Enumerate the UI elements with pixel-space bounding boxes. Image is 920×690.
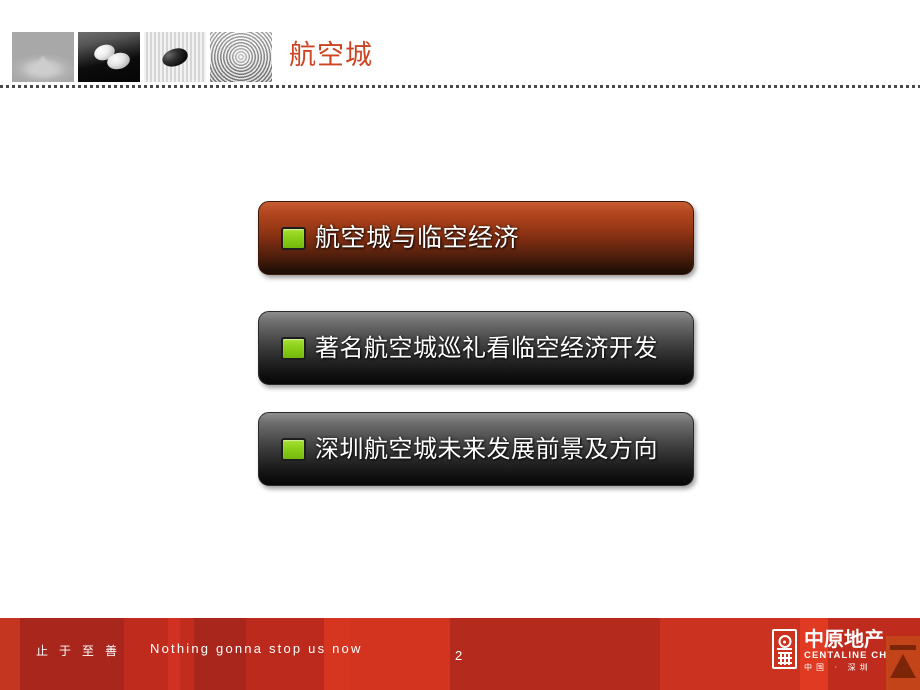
footer-stripe [0, 618, 20, 690]
footer-motto-en: Nothing gonna stop us now [150, 641, 363, 656]
menu-item-1-label: 航空城与临空经济 [315, 223, 520, 252]
page-number: 2 [455, 648, 463, 663]
seal-bar-glyph [777, 648, 792, 650]
centaline-seal-icon [772, 629, 797, 669]
menu-item-2-label: 著名航空城巡礼看临空经济开发 [315, 334, 658, 362]
menu-item-1[interactable]: 航空城与临空经济 [258, 201, 694, 275]
menu-item-3[interactable]: 深圳航空城未来发展前景及方向 [258, 412, 694, 486]
green-square-bullet-icon [281, 336, 306, 360]
green-square-bullet-icon [281, 437, 306, 461]
seal-top-glyph [778, 635, 791, 648]
footer-stripe [350, 618, 450, 690]
corner-bar-icon [890, 645, 916, 650]
green-square-bullet-icon [281, 226, 306, 250]
menu-item-3-label: 深圳航空城未来发展前景及方向 [315, 435, 658, 463]
corner-widget[interactable] [886, 636, 920, 690]
corner-triangle-icon [890, 654, 916, 678]
footer-stripe [450, 618, 660, 690]
menu-item-2[interactable]: 著名航空城巡礼看临空经济开发 [258, 311, 694, 385]
agenda-menu: 航空城与临空经济 著名航空城巡礼看临空经济开发 深圳航空城未来发展前景及方向 [0, 0, 920, 690]
footer-motto-zh: 止于至善 [36, 644, 129, 658]
seal-bottom-glyph [777, 652, 792, 665]
